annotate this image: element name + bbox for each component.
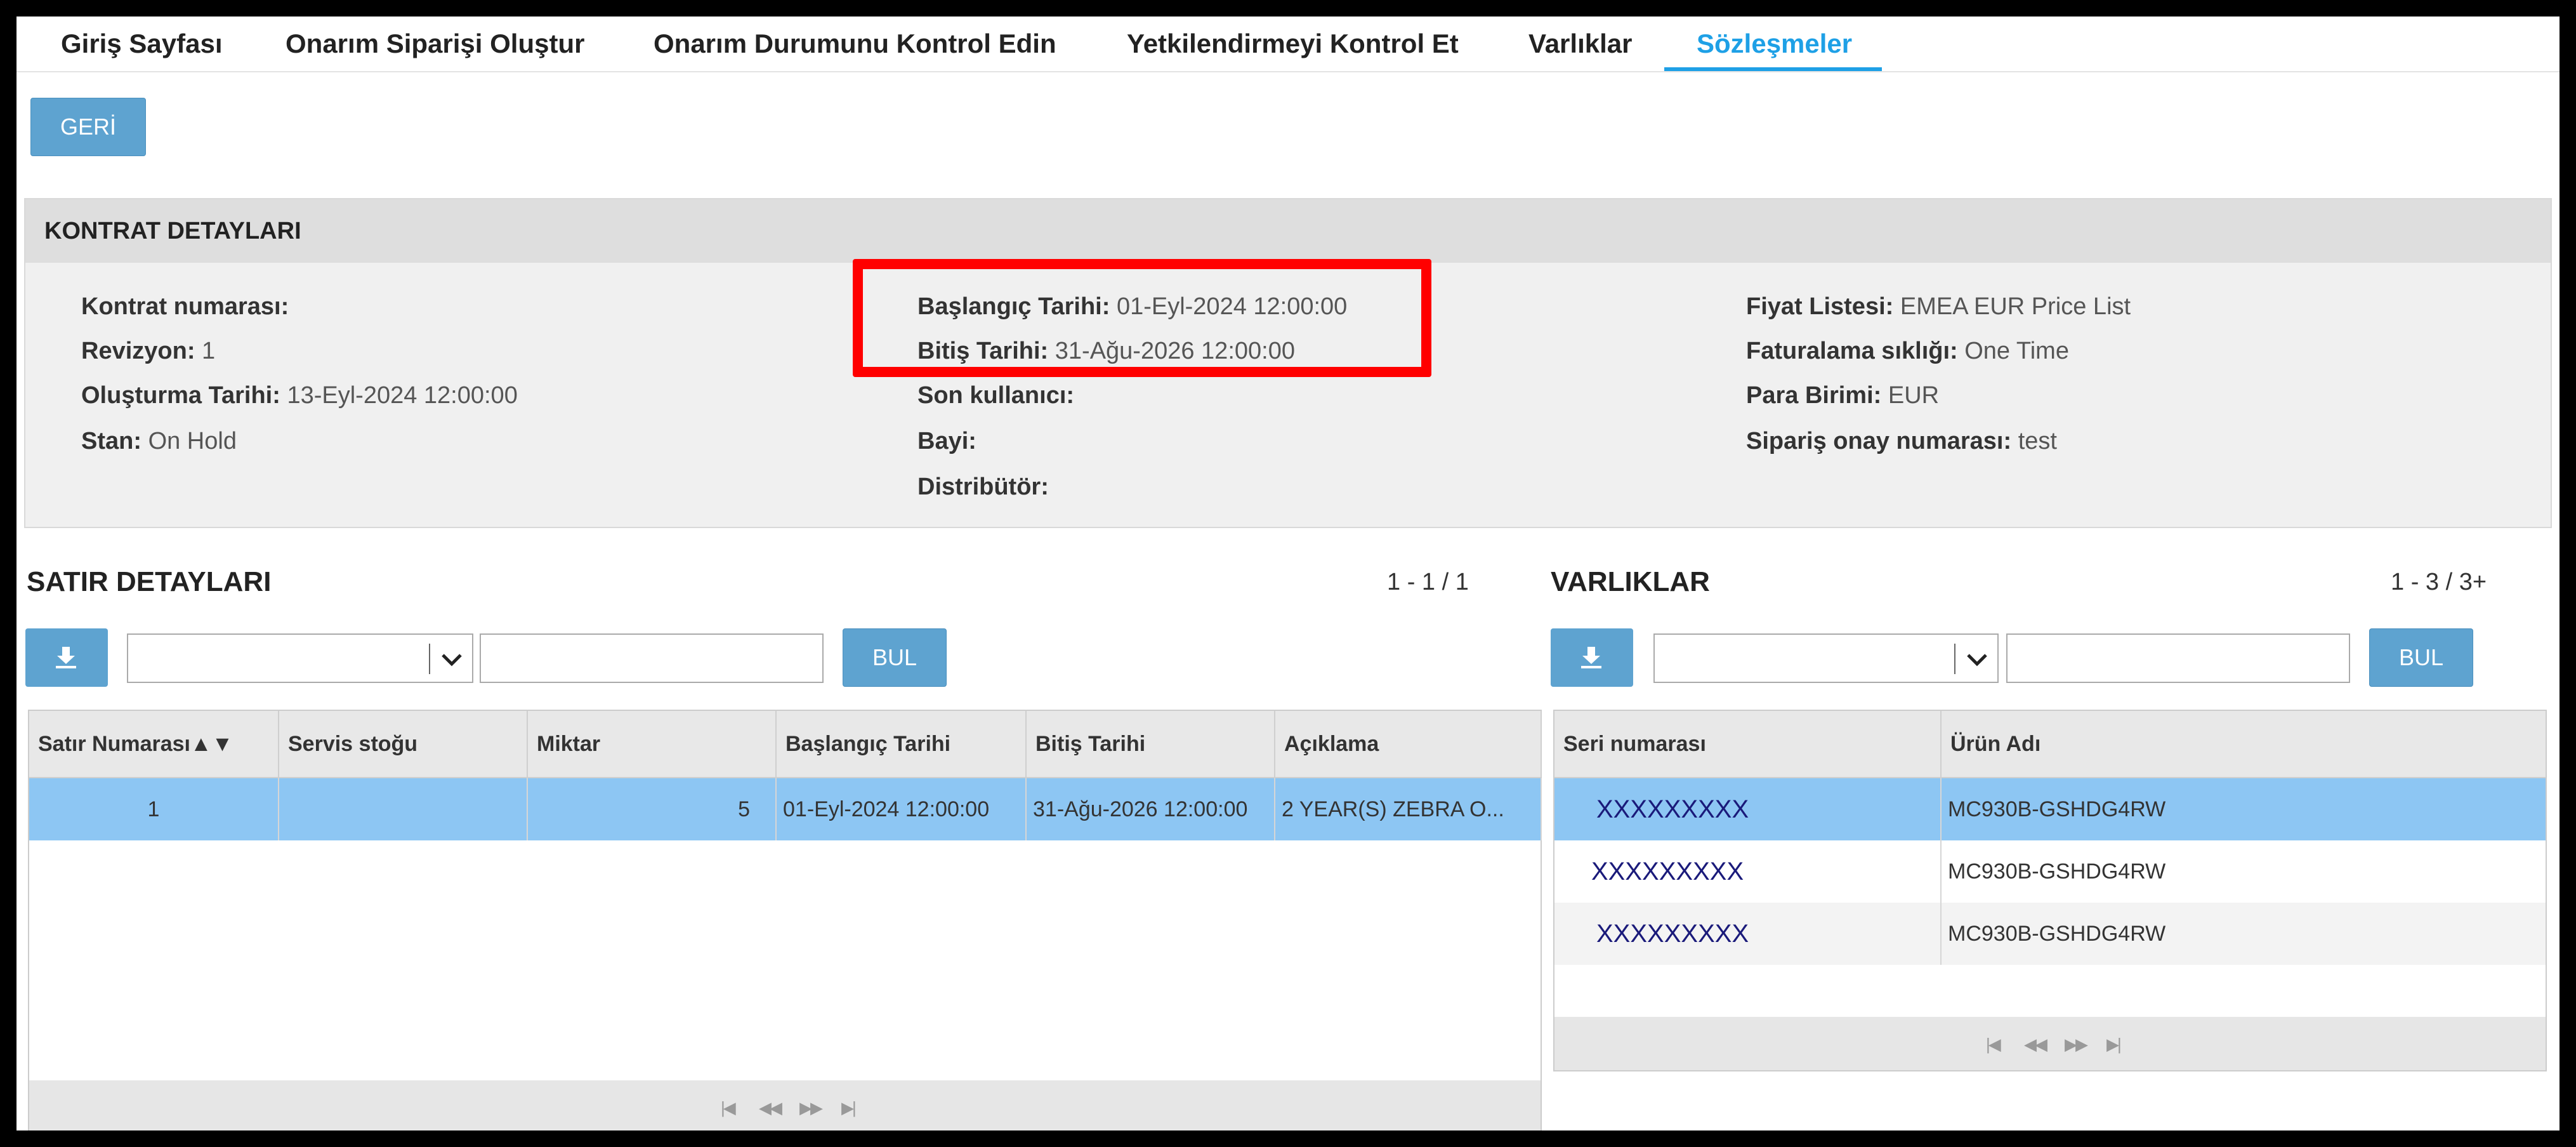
field-label: Distribütör: <box>917 474 1049 500</box>
last-page-icon[interactable]: ▶| <box>841 1098 857 1118</box>
field-value: EUR <box>1888 382 1940 409</box>
assets-title: VARLIKLAR <box>1551 566 1710 597</box>
field-label: Bayi: <box>917 428 976 454</box>
first-page-icon[interactable]: |◀ <box>721 1098 736 1118</box>
assets-search-button[interactable]: BUL <box>2369 628 2473 687</box>
field-status: Stan: On Hold <box>81 428 237 455</box>
column-header-quantity[interactable]: Miktar <box>528 711 777 777</box>
grid-header: Satır Numarası▲▼ Servis stoğu Miktar Baş… <box>29 711 1542 778</box>
download-icon <box>56 647 76 668</box>
cell-description: 2 YEAR(S) ZEBRA O... <box>1275 778 1542 840</box>
field-order-confirmation: Sipariş onay numarası: test <box>1746 428 2057 455</box>
cell-product: MC930B-GSHDG4RW <box>1948 797 2166 821</box>
table-row[interactable]: 1 5 01-Eyl-2024 12:00:00 31-Ağu-2026 12:… <box>29 778 1542 840</box>
field-label: Sipariş onay numarası: <box>1746 428 2012 454</box>
nav-create-repair-order[interactable]: Onarım Siparişi Oluştur <box>286 17 584 71</box>
field-dealer: Bayi: <box>917 428 976 455</box>
line-details-search-button[interactable]: BUL <box>843 628 947 687</box>
chevron-down-icon <box>442 654 462 666</box>
field-value: 13-Eyl-2024 12:00:00 <box>287 382 518 409</box>
field-billing-frequency: Faturalama sıklığı: One Time <box>1746 338 2069 365</box>
line-details-title: SATIR DETAYLARI <box>27 566 272 597</box>
field-currency: Para Birimi: EUR <box>1746 382 1939 409</box>
field-label: Faturalama sıklığı: <box>1746 338 1958 364</box>
column-header-end-date[interactable]: Bitiş Tarihi <box>1027 711 1275 777</box>
field-value: 1 <box>202 338 216 364</box>
assets-download-button[interactable] <box>1551 628 1633 687</box>
field-label: Stan: <box>81 428 141 454</box>
field-value: test <box>2018 428 2057 454</box>
field-label: Fiyat Listesi: <box>1746 293 1894 320</box>
cell-quantity: 5 <box>528 778 777 840</box>
grid-header: Seri numarası Ürün Adı <box>1554 711 2546 778</box>
download-icon <box>1581 647 1601 668</box>
cell-product: MC930B-GSHDG4RW <box>1948 922 2166 946</box>
cell-serial: XXXXXXXXX <box>1554 778 1942 840</box>
cell-line-number: 1 <box>29 778 279 840</box>
cell-start-date: 01-Eyl-2024 12:00:00 <box>777 778 1027 840</box>
top-navigation: Giriş Sayfası Onarım Siparişi Oluştur On… <box>16 17 2560 72</box>
line-details-filter-select[interactable] <box>127 633 473 683</box>
field-label: Oluşturma Tarihi: <box>81 382 280 409</box>
prev-page-icon[interactable]: ◀◀ <box>2024 1035 2047 1054</box>
field-distributor: Distribütör: <box>917 474 1049 501</box>
nav-assets[interactable]: Varlıklar <box>1528 17 1632 71</box>
field-contract-number: Kontrat numarası: <box>81 293 289 321</box>
column-header-product-name[interactable]: Ürün Adı <box>1942 711 2546 777</box>
nav-home[interactable]: Giriş Sayfası <box>61 17 222 71</box>
grid-pagination: |◀ ◀◀ ▶▶ ▶| <box>1554 1017 2546 1070</box>
field-label: Revizyon: <box>81 338 195 364</box>
field-value: On Hold <box>148 428 237 454</box>
field-label: Para Birimi: <box>1746 382 1882 409</box>
field-value: One Time <box>1964 338 2069 364</box>
line-details-search-input[interactable] <box>480 633 824 683</box>
column-header-serial-number[interactable]: Seri numarası <box>1554 711 1942 777</box>
assets-filter-select[interactable] <box>1653 633 1999 683</box>
nav-contracts[interactable]: Sözleşmeler <box>1697 17 1852 71</box>
line-details-grid: Satır Numarası▲▼ Servis stoğu Miktar Baş… <box>28 710 1542 1130</box>
nav-check-authorization[interactable]: Yetkilendirmeyi Kontrol Et <box>1127 17 1459 71</box>
table-row[interactable]: XXXXXXXXX MC930B-GSHDG4RW <box>1554 903 2546 965</box>
nav-check-repair-status[interactable]: Onarım Durumunu Kontrol Edin <box>654 17 1056 71</box>
date-highlight-annotation <box>853 259 1431 377</box>
field-value: EMEA EUR Price List <box>1900 293 2131 320</box>
field-label: Son kullanıcı: <box>917 382 1075 409</box>
app-screen: Giriş Sayfası Onarım Siparişi Oluştur On… <box>16 17 2560 1130</box>
column-header-description[interactable]: Açıklama <box>1275 711 1542 777</box>
field-end-user: Son kullanıcı: <box>917 382 1074 409</box>
table-row[interactable]: XXXXXXXXX MC930B-GSHDG4RW <box>1554 778 2546 840</box>
assets-pager: 1 - 3 / 3+ <box>2391 569 2487 595</box>
field-revision: Revizyon: 1 <box>81 338 215 365</box>
cell-serial: XXXXXXXXX <box>1554 840 1942 903</box>
next-page-icon[interactable]: ▶▶ <box>2065 1035 2088 1054</box>
line-details-download-button[interactable] <box>25 628 108 687</box>
cell-product: MC930B-GSHDG4RW <box>1948 859 2166 884</box>
next-page-icon[interactable]: ▶▶ <box>799 1098 823 1118</box>
first-page-icon[interactable]: |◀ <box>1986 1035 2001 1054</box>
grid-pagination: |◀ ◀◀ ▶▶ ▶| <box>29 1080 1541 1130</box>
field-label: Kontrat numarası: <box>81 293 289 320</box>
field-created-date: Oluşturma Tarihi: 13-Eyl-2024 12:00:00 <box>81 382 518 409</box>
assets-search-input[interactable] <box>2006 633 2350 683</box>
last-page-icon[interactable]: ▶| <box>2106 1035 2122 1054</box>
column-header-service-stock[interactable]: Servis stoğu <box>279 711 528 777</box>
back-button[interactable]: GERİ <box>30 98 146 156</box>
table-row[interactable]: XXXXXXXXX MC930B-GSHDG4RW <box>1554 840 2546 903</box>
column-header-start-date[interactable]: Başlangıç Tarihi <box>777 711 1027 777</box>
field-price-list: Fiyat Listesi: EMEA EUR Price List <box>1746 293 2131 321</box>
prev-page-icon[interactable]: ◀◀ <box>759 1098 782 1118</box>
cell-end-date: 31-Ağu-2026 12:00:00 <box>1027 778 1275 840</box>
line-details-pager: 1 - 1 / 1 <box>1387 569 1469 595</box>
contract-details-title: KONTRAT DETAYLARI <box>44 218 301 244</box>
active-tab-indicator <box>1664 67 1882 71</box>
assets-grid: Seri numarası Ürün Adı XXXXXXXXX MC930B-… <box>1553 710 2547 1071</box>
cell-serial: XXXXXXXXX <box>1554 903 1942 965</box>
sort-icon: ▲▼ <box>190 732 233 756</box>
cell-service-stock <box>279 778 528 840</box>
chevron-down-icon <box>1967 654 1987 666</box>
contract-details-header: KONTRAT DETAYLARI <box>25 199 2551 263</box>
column-header-line-number[interactable]: Satır Numarası▲▼ <box>29 711 279 777</box>
